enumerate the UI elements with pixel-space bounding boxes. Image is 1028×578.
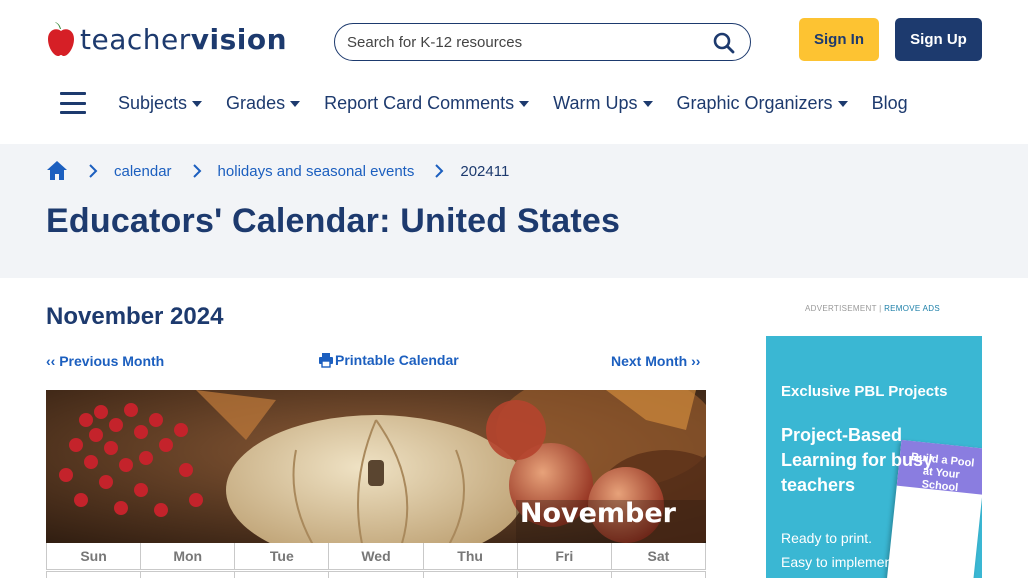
search-box: [334, 23, 751, 61]
remove-ads-link[interactable]: REMOVE ADS: [884, 304, 940, 313]
weekday-tue: Tue: [235, 543, 330, 570]
calendar-day-cell[interactable]: [47, 571, 142, 578]
weekday-wed: Wed: [329, 543, 424, 570]
weekday-thu: Thu: [423, 543, 518, 570]
caret-down-icon: [642, 101, 653, 107]
nav-item-label: Subjects: [118, 92, 188, 113]
chevron-right-icon: [89, 164, 98, 178]
month-banner-image: November: [46, 390, 706, 543]
site-header: teachervision Sign In Sign Up Subjects G…: [0, 0, 1028, 144]
apple-icon: [48, 22, 74, 56]
calendar-day-cell[interactable]: [611, 571, 706, 578]
weekday-fri: Fri: [517, 543, 612, 570]
caret-down-icon: [290, 101, 301, 107]
breadcrumb-link-holidays[interactable]: holidays and seasonal events: [218, 163, 415, 180]
month-title: November 2024: [46, 303, 224, 330]
ad-kicker: Exclusive PBL Projects: [781, 383, 948, 400]
home-icon[interactable]: [46, 160, 68, 182]
weekday-mon: Mon: [141, 543, 236, 570]
teachervision-logo[interactable]: teachervision: [46, 20, 287, 58]
weekday-sun: Sun: [47, 543, 142, 570]
sign-in-button[interactable]: Sign In: [799, 18, 879, 61]
nav-item-grades[interactable]: Grades: [226, 92, 301, 114]
nav-item-label: Report Card Comments: [324, 92, 515, 113]
caret-down-icon: [837, 101, 848, 107]
main-nav: Subjects Grades Report Card Comments War…: [60, 84, 932, 122]
nav-item-warm-ups[interactable]: Warm Ups: [553, 92, 653, 114]
printable-calendar-link[interactable]: Printable Calendar: [318, 352, 459, 368]
search-icon[interactable]: [712, 31, 736, 55]
ad-title: Project-Based Learning for busy teachers: [781, 425, 934, 495]
logo-text-light: teacher: [80, 22, 191, 56]
nav-item-graphic-organizers[interactable]: Graphic Organizers: [677, 93, 848, 114]
advertisement-label: ADVERTISEMENT | REMOVE ADS: [805, 304, 940, 313]
calendar-day-cell[interactable]: [235, 571, 330, 578]
breadcrumb-link-calendar[interactable]: calendar: [114, 163, 172, 180]
nav-item-label: Graphic Organizers: [676, 92, 833, 113]
calendar-week-row: [46, 571, 706, 578]
pbl-advertisement[interactable]: Build a Pool at Your School Exclusive PB…: [766, 336, 982, 578]
calendar-day-cell[interactable]: [423, 571, 518, 578]
nav-item-label: Grades: [226, 92, 286, 113]
ad-line-1: Ready to print.: [781, 530, 873, 546]
calendar-day-cell[interactable]: [517, 571, 612, 578]
ad-line-2: Easy to implement.: [781, 554, 901, 570]
nav-item-report-card-comments[interactable]: Report Card Comments: [324, 92, 530, 114]
logo-text-bold: vision: [190, 22, 288, 56]
printer-icon: [319, 353, 333, 368]
nav-item-label: Warm Ups: [553, 92, 638, 113]
advertisement-text: ADVERTISEMENT |: [805, 304, 882, 313]
weekday-sat: Sat: [611, 543, 706, 570]
search-input[interactable]: [347, 31, 697, 53]
calendar-weekday-header: Sun Mon Tue Wed Thu Fri Sat: [46, 543, 706, 570]
chevron-right-icon: [435, 164, 444, 178]
title-band: calendar holidays and seasonal events 20…: [0, 144, 1028, 278]
banner-month-label: November: [519, 498, 676, 529]
sign-up-button[interactable]: Sign Up: [895, 18, 982, 61]
page-title: Educators' Calendar: United States: [46, 202, 621, 240]
nav-item-subjects[interactable]: Subjects: [118, 92, 203, 114]
caret-down-icon: [519, 101, 530, 107]
hamburger-menu-icon[interactable]: [60, 92, 86, 114]
caret-down-icon: [192, 101, 203, 107]
next-month-link[interactable]: Next Month ››: [611, 353, 700, 369]
nav-item-blog[interactable]: Blog: [872, 93, 908, 114]
breadcrumb: calendar holidays and seasonal events 20…: [46, 160, 509, 182]
printable-calendar-label: Printable Calendar: [335, 352, 459, 368]
calendar-day-cell[interactable]: [329, 571, 424, 578]
previous-month-link[interactable]: ‹‹ Previous Month: [46, 353, 164, 369]
breadcrumb-current: 202411: [460, 162, 510, 180]
chevron-right-icon: [192, 164, 201, 178]
calendar-day-cell[interactable]: [141, 571, 236, 578]
nav-item-label: Blog: [871, 92, 908, 113]
